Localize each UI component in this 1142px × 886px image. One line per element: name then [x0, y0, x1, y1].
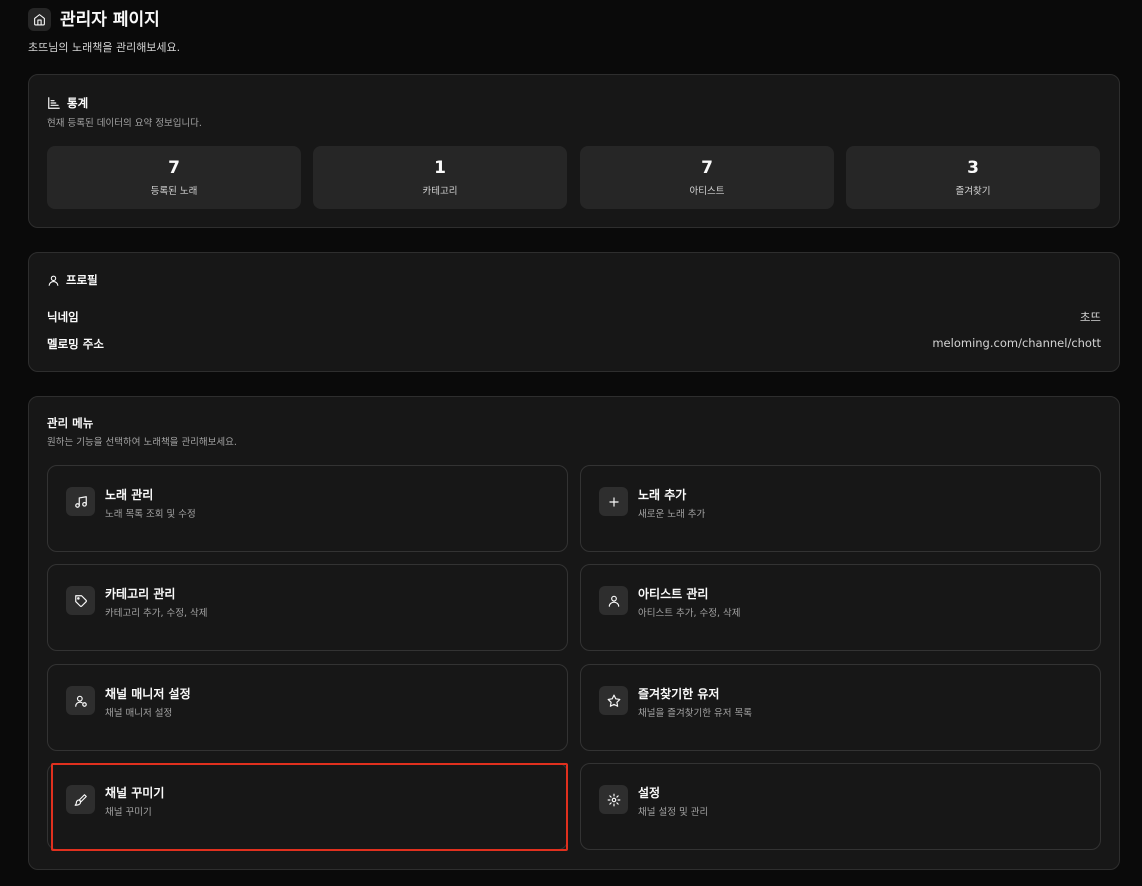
stats-title-label: 통계 [67, 96, 89, 110]
stats-title: 통계 [47, 95, 88, 111]
brush-icon [66, 785, 95, 814]
menu-item-title: 아티스트 관리 [638, 587, 709, 601]
menu-item-desc: 채널 꾸미기 [105, 807, 152, 818]
address-value: meloming.com/channel/chott [932, 336, 1101, 350]
stat-label: 카테고리 [422, 186, 458, 197]
page-title: 관리자 페이지 [60, 10, 160, 30]
menu-item-desc: 노래 목록 조회 및 수정 [105, 509, 196, 520]
page-subtitle: 초뜨님의 노래책을 관리해보세요. [28, 41, 181, 54]
menu-item-desc: 채널을 즐겨찾기한 유저 목록 [638, 708, 752, 719]
nickname-value: 초뜨 [1079, 310, 1101, 324]
menu-item-desc: 카테고리 추가, 수정, 삭제 [105, 608, 208, 619]
stats-card: 통계 현재 등록된 데이터의 요약 정보입니다. 7 등록된 노래 1 카테고리… [28, 74, 1120, 228]
user-icon [47, 274, 60, 287]
menu-item-desc: 아티스트 추가, 수정, 삭제 [638, 608, 741, 619]
star-icon [599, 686, 628, 715]
menu-item-desc: 채널 매니저 설정 [105, 708, 173, 719]
menu-song-management[interactable]: 노래 관리 노래 목록 조회 및 수정 [47, 465, 568, 552]
stat-songs: 7 등록된 노래 [47, 146, 301, 209]
stat-value: 3 [967, 158, 979, 178]
music-icon [66, 487, 95, 516]
stat-value: 7 [701, 158, 713, 178]
profile-title-label: 프로필 [66, 273, 98, 287]
stat-value: 1 [434, 158, 446, 178]
menu-category-management[interactable]: 카테고리 관리 카테고리 추가, 수정, 삭제 [47, 564, 568, 651]
profile-card: 프로필 닉네임 초뜨 멜로밍 주소 meloming.com/channel/c… [28, 252, 1120, 372]
menu-favorite-users[interactable]: 즐겨찾기한 유저 채널을 즐겨찾기한 유저 목록 [580, 664, 1101, 751]
stat-favorites: 3 즐겨찾기 [846, 146, 1100, 209]
stat-artists: 7 아티스트 [580, 146, 834, 209]
stats-description: 현재 등록된 데이터의 요약 정보입니다. [47, 118, 202, 129]
gear-icon [599, 785, 628, 814]
profile-title: 프로필 [47, 272, 98, 288]
menu-channel-decorate[interactable]: 채널 꾸미기 채널 꾸미기 [47, 763, 568, 850]
menu-item-title: 설정 [638, 786, 661, 800]
menu-settings[interactable]: 설정 채널 설정 및 관리 [580, 763, 1101, 850]
menu-item-desc: 채널 설정 및 관리 [638, 807, 709, 818]
menu-description: 원하는 기능을 선택하여 노래책을 관리해보세요. [47, 437, 237, 448]
nickname-label: 닉네임 [47, 310, 79, 324]
home-icon[interactable] [28, 8, 51, 31]
stat-value: 7 [168, 158, 180, 178]
stat-label: 즐겨찾기 [955, 186, 991, 197]
stat-label: 아티스트 [689, 186, 725, 197]
tag-icon [66, 586, 95, 615]
menu-artist-management[interactable]: 아티스트 관리 아티스트 추가, 수정, 삭제 [580, 564, 1101, 651]
user-icon [599, 586, 628, 615]
menu-item-title: 카테고리 관리 [105, 587, 176, 601]
menu-item-title: 채널 꾸미기 [105, 786, 165, 800]
stat-categories: 1 카테고리 [313, 146, 567, 209]
menu-item-title: 노래 추가 [638, 488, 687, 502]
address-label: 멜로밍 주소 [47, 337, 104, 351]
user-cog-icon [66, 686, 95, 715]
menu-item-title: 즐겨찾기한 유저 [638, 687, 720, 701]
menu-item-title: 채널 매니저 설정 [105, 687, 191, 701]
menu-song-add[interactable]: 노래 추가 새로운 노래 추가 [580, 465, 1101, 552]
menu-title: 관리 메뉴 [47, 416, 94, 430]
plus-icon [599, 487, 628, 516]
menu-item-title: 노래 관리 [105, 488, 154, 502]
menu-item-desc: 새로운 노래 추가 [638, 509, 706, 520]
menu-channel-manager[interactable]: 채널 매니저 설정 채널 매니저 설정 [47, 664, 568, 751]
stat-label: 등록된 노래 [150, 186, 198, 197]
bar-chart-icon [47, 96, 61, 110]
